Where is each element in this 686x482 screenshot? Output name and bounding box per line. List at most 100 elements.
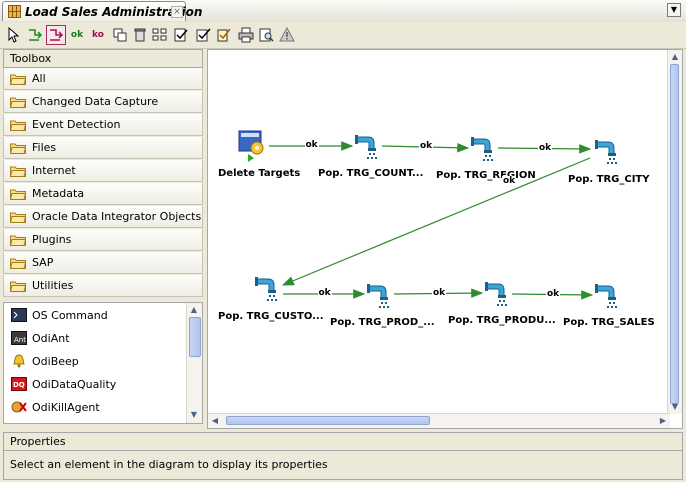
folder-icon: [10, 97, 26, 108]
ko-link-button[interactable]: ko: [88, 25, 108, 45]
editor-tab[interactable]: Load Sales Administration ×: [2, 1, 202, 21]
toolbox-category-plugins[interactable]: Plugins: [3, 229, 203, 251]
green-arrow-icon: [29, 29, 43, 41]
ok-link-label: ok: [70, 30, 84, 40]
toolbox-category-oracle-data-integrator-objects[interactable]: Oracle Data Integrator Objects: [3, 206, 203, 228]
diagram-node-trg-region[interactable]: [470, 135, 498, 165]
diagram-node-label: Pop. TRG_PRODU...: [448, 315, 556, 326]
procedure-icon: [238, 130, 264, 162]
toolbox-category-label: Plugins: [32, 233, 72, 246]
scroll-up-icon[interactable]: ▲: [189, 305, 199, 315]
diagram-links: [269, 141, 594, 300]
tool-item-os-command[interactable]: OS Command: [4, 304, 186, 327]
scroll-down-icon[interactable]: ▼: [670, 402, 680, 412]
diagram-node-trg-city[interactable]: [594, 138, 622, 168]
scroll-up-icon[interactable]: ▲: [670, 52, 680, 62]
trash-icon: [134, 28, 146, 42]
tool-item-odikillagent[interactable]: OdiKillAgent: [4, 396, 186, 419]
folder-icon: [10, 235, 26, 246]
canvas-hscroll-thumb[interactable]: [226, 416, 430, 425]
tool-item-label: OdiBeep: [32, 355, 79, 368]
toolbox-category-label: Files: [32, 141, 57, 154]
tool-item-odiant[interactable]: Ant OdiAnt: [4, 327, 186, 350]
toolbox-category-internet[interactable]: Internet: [3, 160, 203, 182]
bell-icon: [13, 354, 25, 368]
link-ok-label: ok: [419, 141, 434, 151]
diagram-node-trg-prod-family[interactable]: [366, 282, 394, 312]
toolbox-tool-list: OS Command Ant OdiAnt OdiBeep DQ OdiData…: [3, 302, 203, 424]
select-tool-button[interactable]: [4, 25, 24, 45]
next-step-on-success-button[interactable]: [25, 25, 45, 45]
toolbox-category-all[interactable]: All: [3, 68, 203, 90]
link-ok-label: ok: [538, 142, 553, 153]
toolbox-category-event-detection[interactable]: Event Detection: [3, 114, 203, 136]
interface-icon: [471, 137, 493, 161]
toolbox-list-scrollbar[interactable]: ▲ ▼: [186, 303, 202, 423]
execute-button[interactable]: [214, 25, 234, 45]
diagram-canvas[interactable]: Delete Targets Pop. TRG_COUNT... Pop. TRG_…: [207, 49, 683, 429]
duplicate-button[interactable]: [110, 25, 130, 45]
tool-item-odibeep[interactable]: OdiBeep: [4, 350, 186, 373]
toolbox-category-utilities[interactable]: Utilities: [3, 275, 203, 297]
tool-item-odidataquality[interactable]: DQ OdiDataQuality: [4, 373, 186, 396]
folder-icon: [10, 212, 26, 223]
toolbox-category-label: All: [32, 72, 46, 85]
os-command-icon: [11, 308, 27, 322]
diagram-node-trg-country[interactable]: [354, 133, 382, 163]
scroll-right-icon[interactable]: ▶: [658, 416, 668, 426]
scroll-down-icon[interactable]: ▼: [189, 410, 199, 420]
print-preview-icon: [259, 28, 274, 42]
diagram-node-trg-product[interactable]: [484, 280, 512, 310]
toolbox-category-files[interactable]: Files: [3, 137, 203, 159]
execute-icon: [217, 28, 231, 42]
canvas-horizontal-scrollbar[interactable]: ◀ ▶: [208, 413, 670, 428]
svg-text:DQ: DQ: [13, 381, 25, 389]
toolbox-panel: Toolbox All Changed Data Capture Event Det…: [3, 49, 203, 429]
ko-link-label: ko: [92, 30, 104, 40]
diagram-node-label: Pop. TRG_SALES: [563, 317, 655, 328]
tool-item-label: OdiDataQuality: [32, 378, 117, 391]
link-ok-label: ok: [317, 288, 332, 298]
validate-all-button[interactable]: [194, 25, 214, 45]
interface-icon: [367, 284, 389, 308]
toolbox-category-sap[interactable]: SAP: [3, 252, 203, 274]
ok-link-button[interactable]: ok: [67, 25, 87, 45]
toolbox-title: Toolbox: [10, 52, 52, 65]
properties-body: Select an element in the diagram to disp…: [3, 451, 683, 480]
tool-item-label: OdiKillAgent: [32, 401, 100, 414]
next-step-on-failure-button[interactable]: [46, 25, 66, 45]
title-bar: Load Sales Administration × ▼: [0, 0, 686, 23]
toolbox-category-label: Event Detection: [32, 118, 121, 131]
print-preview-button[interactable]: [256, 25, 276, 45]
warning-button[interactable]: [277, 25, 297, 45]
properties-title: Properties: [10, 435, 66, 448]
tool-item-label: OdiAnt: [32, 332, 70, 345]
scroll-left-icon[interactable]: ◀: [210, 416, 220, 426]
checklist-icon: [174, 28, 188, 42]
validate-button[interactable]: [171, 25, 191, 45]
toolbox-category-metadata[interactable]: Metadata: [3, 183, 203, 205]
scroll-thumb[interactable]: [189, 317, 201, 357]
diagram-node-delete-targets[interactable]: [238, 130, 266, 162]
toolbox-category-label: Utilities: [32, 279, 74, 292]
close-tab-button[interactable]: ×: [171, 6, 183, 18]
diagram-node-label: Pop. TRG_COUNT...: [318, 168, 424, 179]
print-button[interactable]: [236, 25, 256, 45]
diagram-node-trg-sales[interactable]: [594, 282, 622, 312]
ant-icon: Ant: [11, 331, 27, 345]
interface-icon: [255, 277, 277, 301]
print-icon: [238, 27, 254, 43]
diagram-node-label: Pop. TRG_REGION: [436, 170, 536, 181]
pointer-icon: [8, 27, 20, 43]
delete-button[interactable]: [130, 25, 150, 45]
tab-list-dropdown-button[interactable]: ▼: [667, 3, 681, 17]
canvas-vertical-scrollbar[interactable]: ▲ ▼: [667, 50, 682, 414]
toolbox-category-label: Internet: [32, 164, 76, 177]
diagram-node-trg-customer[interactable]: [254, 275, 282, 305]
canvas-vscroll-thumb[interactable]: [670, 64, 679, 404]
arrange-button[interactable]: [150, 25, 170, 45]
diagram-node-label: Pop. TRG_CITY: [568, 174, 650, 185]
toolbox-category-changed-data-capture[interactable]: Changed Data Capture: [3, 91, 203, 113]
properties-hint: Select an element in the diagram to disp…: [10, 458, 328, 471]
diagram-node-label: Delete Targets: [218, 168, 301, 179]
